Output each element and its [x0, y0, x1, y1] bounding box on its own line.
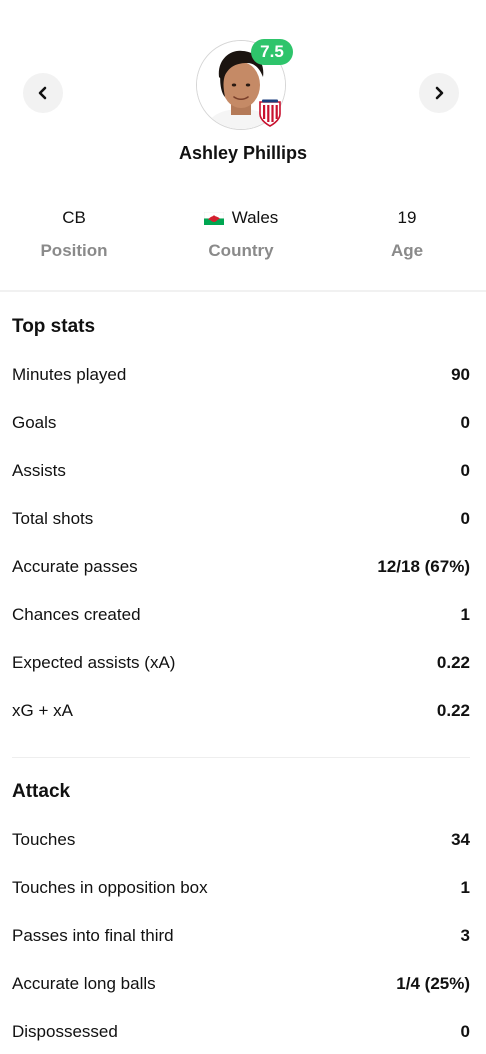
player-avatar-group: 7.5 — [196, 39, 293, 130]
country-label: Country — [208, 241, 274, 260]
stat-row-accurate-passes: Accurate passes 12/18 (67%) — [12, 552, 470, 582]
stat-value: 12/18 (67%) — [377, 557, 470, 576]
player-header: 7.5 Ashley Phillips CB Position Wales Co… — [0, 0, 486, 292]
stat-label: Accurate long balls — [12, 974, 156, 993]
stat-label: Touches — [12, 830, 76, 849]
stat-value: 0.22 — [436, 653, 470, 672]
position-label: Position — [40, 241, 108, 260]
stat-value: 1 — [460, 605, 470, 624]
rating-badge: 7.5 — [251, 39, 293, 65]
stat-value: 1 — [460, 878, 470, 897]
next-player-button[interactable] — [419, 73, 459, 113]
country-value-group: Wales — [161, 205, 321, 231]
stat-value: 0 — [460, 461, 470, 480]
age-value: 19 — [397, 208, 417, 227]
stat-row-dispossessed: Dispossessed 0 — [12, 1017, 470, 1047]
country-value: Wales — [231, 208, 279, 227]
stat-row-passes-final-third: Passes into final third 3 — [12, 921, 470, 951]
club-crest-icon — [259, 99, 281, 127]
chevron-left-icon — [38, 86, 47, 100]
stat-label: Goals — [12, 413, 57, 432]
position-value: CB — [62, 208, 86, 227]
section-title-attack: Attack — [12, 781, 71, 802]
section-divider — [12, 757, 470, 758]
stat-row-accurate-long-balls: Accurate long balls 1/4 (25%) — [12, 969, 470, 999]
stat-row-chances-created: Chances created 1 — [12, 600, 470, 630]
section-title-top-stats: Top stats — [12, 316, 96, 337]
stat-row-total-shots: Total shots 0 — [12, 504, 470, 534]
player-info-row: CB Position Wales Country 19 Age — [0, 205, 486, 265]
stat-label: Minutes played — [12, 365, 127, 384]
stat-value: 0 — [460, 1022, 470, 1041]
stat-value: 0 — [460, 509, 470, 528]
stat-label: Chances created — [12, 605, 141, 624]
stat-value: 34 — [451, 830, 470, 849]
stat-label: Dispossessed — [12, 1022, 118, 1041]
stat-label: Accurate passes — [12, 557, 138, 576]
stat-label: xG + xA — [12, 701, 73, 720]
stat-label: Touches in opposition box — [12, 878, 208, 897]
stat-label: Passes into final third — [12, 926, 174, 945]
stat-row-touches-opposition-box: Touches in opposition box 1 — [12, 873, 470, 903]
stat-label: Assists — [12, 461, 66, 480]
stat-row-xg-xa: xG + xA 0.22 — [12, 696, 470, 726]
stat-row-expected-assists: Expected assists (xA) 0.22 — [12, 648, 470, 678]
wales-flag-icon — [203, 211, 224, 225]
stat-value: 0 — [460, 413, 470, 432]
chevron-right-icon — [435, 86, 444, 100]
country-info: Wales Country — [161, 205, 321, 261]
stat-row-minutes-played: Minutes played 90 — [12, 360, 470, 390]
previous-player-button[interactable] — [23, 73, 63, 113]
position-info: CB Position — [0, 205, 154, 261]
age-info: 19 Age — [327, 205, 486, 261]
header-divider — [0, 290, 486, 292]
stat-value: 1/4 (25%) — [396, 974, 470, 993]
stat-row-touches: Touches 34 — [12, 825, 470, 855]
player-name: Ashley Phillips — [178, 143, 308, 163]
stat-value: 0.22 — [436, 701, 470, 720]
stat-value: 90 — [451, 365, 470, 384]
stat-label: Expected assists (xA) — [12, 653, 176, 672]
stat-value: 3 — [460, 926, 470, 945]
stat-row-assists: Assists 0 — [12, 456, 470, 486]
age-label: Age — [390, 241, 424, 260]
stat-row-goals: Goals 0 — [12, 408, 470, 438]
stat-label: Total shots — [12, 509, 94, 528]
